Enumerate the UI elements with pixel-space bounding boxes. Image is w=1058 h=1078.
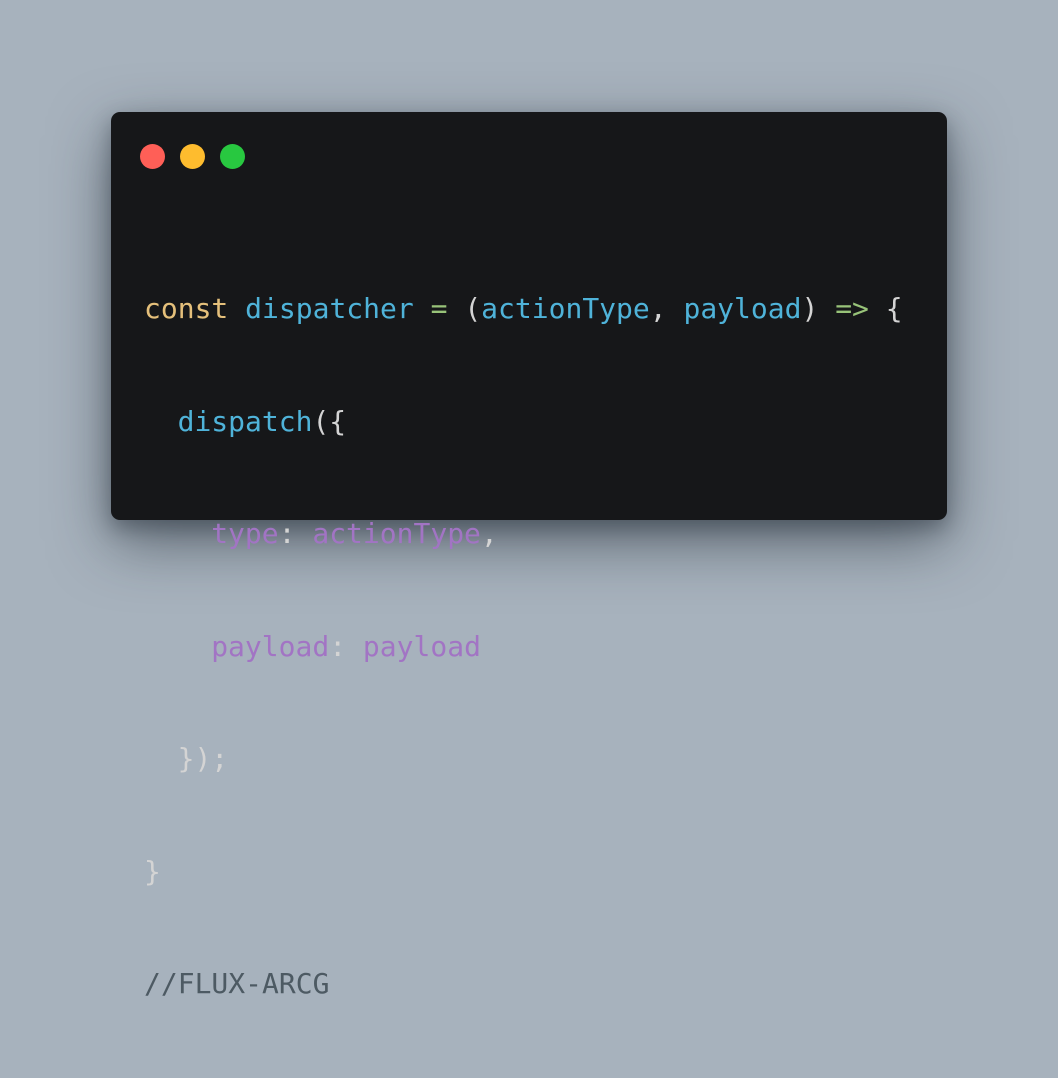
param-action-type: actionType (481, 292, 650, 325)
assign-operator: = (430, 292, 448, 325)
code-line-5: }); (144, 740, 903, 778)
open-brace: { (885, 292, 903, 325)
code-line-2: dispatch({ (144, 403, 903, 441)
code-line-6: } (144, 853, 903, 891)
function-close-brace: } (144, 854, 161, 888)
dispatch-call: dispatch (177, 404, 313, 438)
window-controls (140, 144, 245, 169)
payload-value: payload (362, 629, 481, 663)
open-paren: ( (464, 292, 482, 325)
code-comment: //FLUX-ARCG (144, 967, 330, 1000)
payload-key: payload (211, 629, 330, 663)
arrow-operator: => (835, 292, 869, 325)
close-paren: ) (801, 292, 819, 325)
type-comma: , (480, 517, 498, 550)
dispatch-close: }); (177, 742, 229, 775)
code-line-1: const dispatcher = (actionType, payload)… (144, 290, 903, 328)
function-name: dispatcher (245, 292, 414, 325)
dispatch-open: ({ (312, 404, 347, 438)
code-block: const dispatcher = (actionType, payload)… (144, 215, 903, 1078)
payload-colon: : (329, 629, 347, 663)
code-line-7: //FLUX-ARCG (144, 965, 903, 1003)
param-comma: , (649, 292, 667, 325)
param-payload: payload (683, 292, 802, 325)
close-dot[interactable] (140, 144, 165, 169)
type-colon: : (278, 517, 296, 550)
type-value: actionType (312, 517, 481, 550)
keyword-const: const (144, 292, 229, 325)
type-key: type (211, 517, 279, 550)
code-window: const dispatcher = (actionType, payload)… (111, 112, 947, 1000)
minimize-dot[interactable] (180, 144, 205, 169)
code-line-4: payload: payload (144, 628, 903, 666)
code-line-3: type: actionType, (144, 515, 903, 553)
zoom-dot[interactable] (220, 144, 245, 169)
